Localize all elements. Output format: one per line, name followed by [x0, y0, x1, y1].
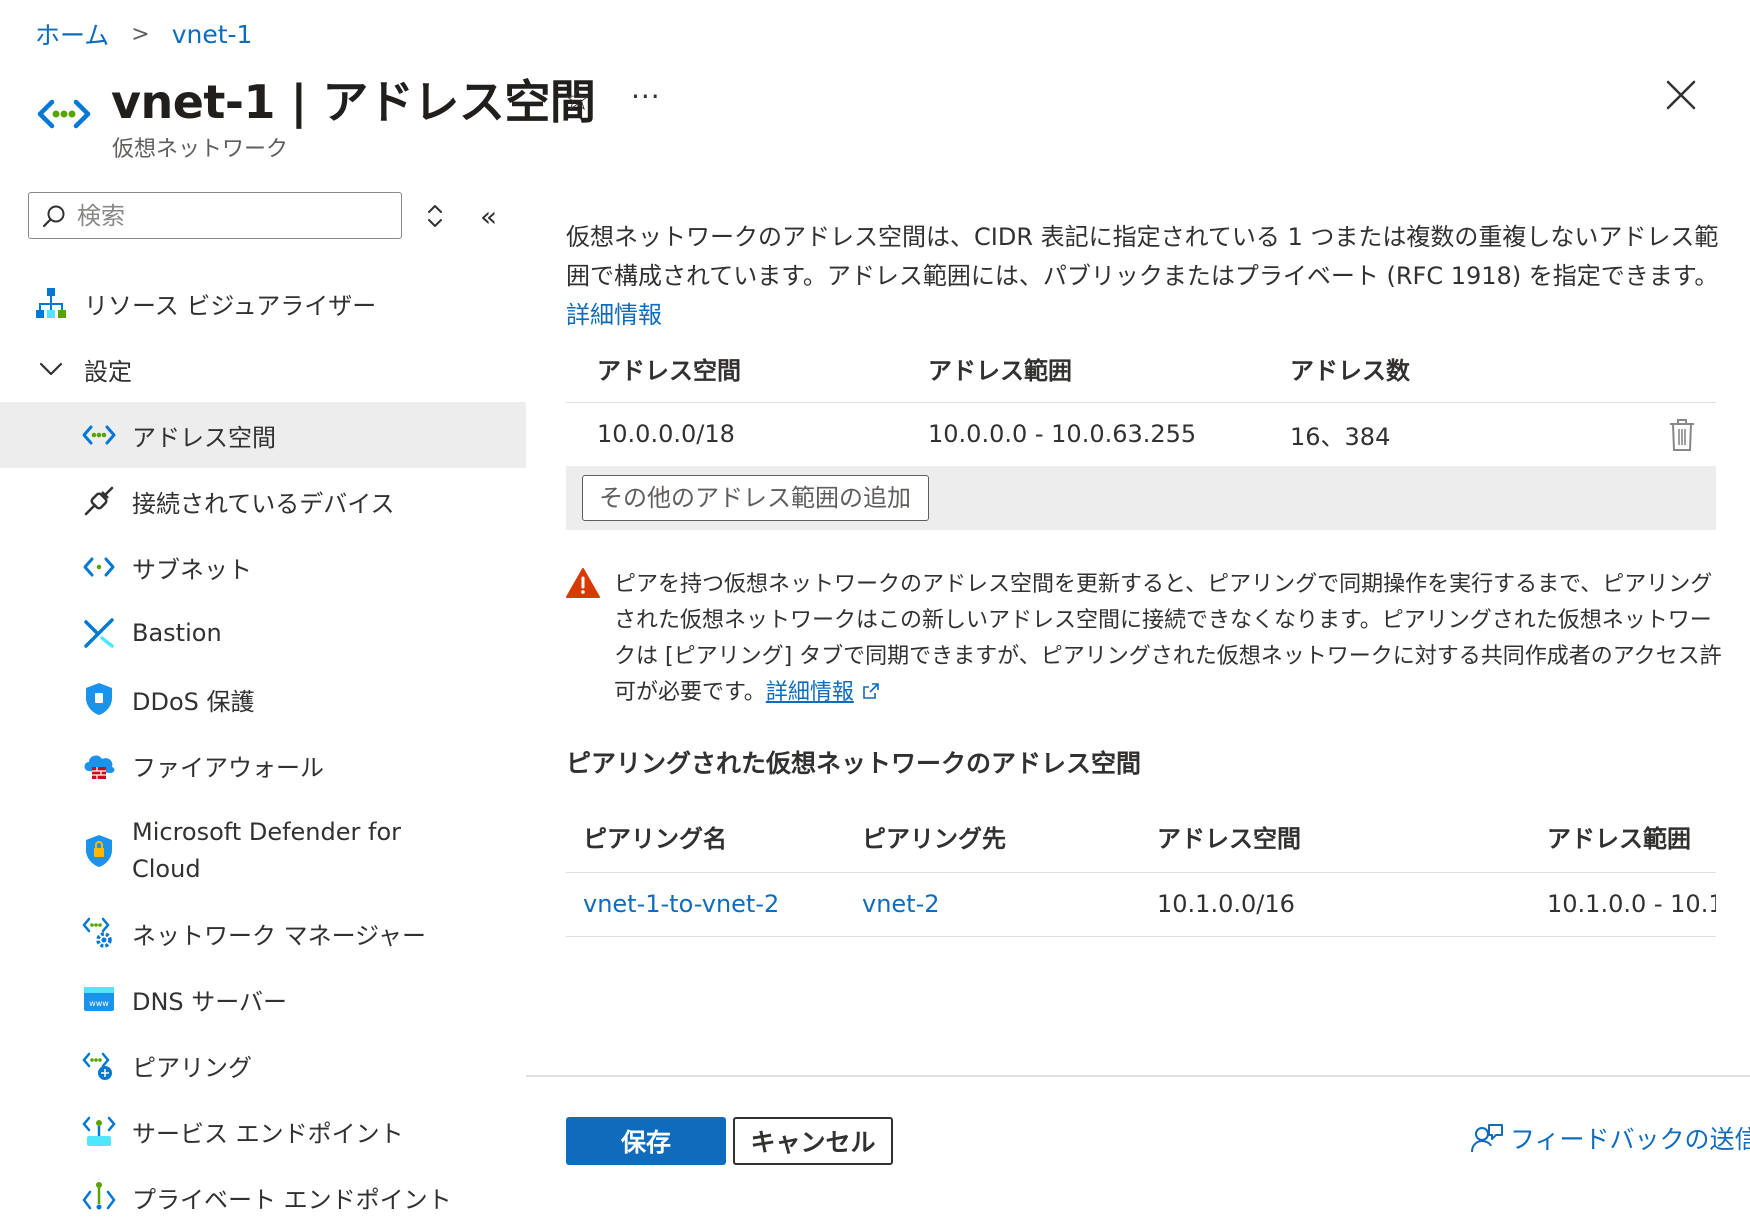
- page-title: vnet-1 | アドレス空間: [111, 75, 596, 129]
- warning-icon: [566, 568, 600, 598]
- sidebar-item-connected-devices[interactable]: 接続されているデバイス: [0, 468, 526, 534]
- defender-shield-icon: [80, 832, 118, 870]
- bastion-icon: [80, 614, 118, 652]
- breadcrumb-separator-icon: >: [131, 21, 150, 47]
- col-header-address-range: アドレス範囲: [928, 336, 1290, 403]
- chevron-down-icon: [32, 350, 70, 388]
- sidebar-item-label: DDoS 保護: [132, 687, 255, 716]
- cell-address-space[interactable]: 10.0.0.0/18: [566, 402, 928, 467]
- description-text: 仮想ネットワークのアドレス空間は、CIDR 表記に指定されている 1 つまたは複…: [566, 223, 1719, 290]
- collapse-sidebar-icon[interactable]: «: [480, 200, 497, 233]
- col-header-peer-address-space: アドレス空間: [1157, 802, 1547, 873]
- table-row: vnet-1-to-vnet-2 vnet-2 10.1.0.0/16 10.1…: [566, 872, 1716, 937]
- sidebar-item-label: Microsoft Defender for Cloud: [132, 818, 402, 883]
- sidebar-item-dns-servers[interactable]: www DNS サーバー: [0, 966, 526, 1032]
- sidebar-search-input[interactable]: [77, 201, 377, 230]
- sidebar-item-network-manager[interactable]: ネットワーク マネージャー: [0, 900, 526, 966]
- sidebar-item-bastion[interactable]: Bastion: [0, 600, 526, 666]
- sidebar-item-label: DNS サーバー: [132, 987, 288, 1016]
- sidebar-item-subnets[interactable]: サブネット: [0, 534, 526, 600]
- col-header-peering-target: ピアリング先: [862, 802, 1157, 873]
- sidebar-search[interactable]: [28, 192, 402, 239]
- sort-updown-icon[interactable]: [422, 202, 448, 230]
- peering-icon: [80, 1046, 118, 1084]
- sidebar-item-label: ネットワーク マネージャー: [132, 921, 426, 950]
- external-link-icon: [863, 683, 879, 699]
- address-space-icon: [80, 416, 118, 454]
- peered-address-table: ピアリング名 ピアリング先 アドレス空間 アドレス範囲 vnet-1-to-vn…: [566, 802, 1716, 937]
- sidebar-item-label: 設定: [84, 357, 132, 386]
- more-options-icon[interactable]: ···: [631, 80, 661, 113]
- col-header-address-space: アドレス空間: [566, 336, 928, 403]
- sidebar-item-label: プライベート エンドポイント: [132, 1185, 452, 1214]
- address-space-table: アドレス空間 アドレス範囲 アドレス数 10.0.0.0/18 10.0.0.0…: [566, 336, 1716, 467]
- ddos-shield-icon: [80, 680, 118, 718]
- sidebar-item-defender-for-cloud[interactable]: Microsoft Defender for Cloud: [0, 818, 526, 884]
- col-header-peering-name: ピアリング名: [566, 802, 862, 873]
- delete-trash-icon[interactable]: [1668, 418, 1696, 452]
- service-endpoint-icon: [80, 1112, 118, 1150]
- sidebar-item-label: サービス エンドポイント: [132, 1119, 404, 1148]
- subnet-icon: [80, 548, 118, 586]
- warning-learn-more-link[interactable]: 詳細情報: [766, 680, 854, 705]
- cell-peer-address-space: 10.1.0.0/16: [1157, 872, 1547, 937]
- learn-more-link[interactable]: 詳細情報: [566, 301, 662, 329]
- peering-warning-message: ピアを持つ仮想ネットワークのアドレス空間を更新すると、ピアリングで同期操作を実行…: [614, 567, 1724, 711]
- cell-address-range: 10.0.0.0 - 10.0.63.255: [928, 402, 1290, 467]
- sidebar-item-label: 接続されているデバイス: [132, 489, 395, 518]
- send-feedback-link[interactable]: フィードバックの送信: [1470, 1120, 1750, 1156]
- breadcrumb-home[interactable]: ホーム: [35, 16, 109, 52]
- svg-text:www: www: [89, 999, 109, 1008]
- sidebar-item-private-endpoints[interactable]: プライベート エンドポイント: [0, 1164, 526, 1230]
- breadcrumb-vnet[interactable]: vnet-1: [172, 20, 253, 49]
- search-icon: [42, 205, 65, 227]
- sidebar-item-label: アドレス空間: [132, 423, 276, 452]
- peering-target-link[interactable]: vnet-2: [862, 890, 940, 918]
- feedback-person-icon: [1471, 1124, 1503, 1153]
- cancel-button[interactable]: キャンセル: [733, 1117, 893, 1165]
- feedback-label: フィードバックの送信: [1510, 1125, 1750, 1154]
- sidebar-item-ddos-protection[interactable]: DDoS 保護: [0, 666, 526, 732]
- peering-name-link[interactable]: vnet-1-to-vnet-2: [583, 890, 779, 918]
- add-address-range-input[interactable]: [582, 475, 929, 521]
- peered-section-title: ピアリングされた仮想ネットワークのアドレス空間: [566, 749, 1142, 778]
- sidebar-item-label: ファイアウォール: [132, 753, 324, 782]
- network-manager-icon: [80, 914, 118, 952]
- col-header-peer-address-range: アドレス範囲: [1547, 802, 1716, 873]
- table-header-row: アドレス空間 アドレス範囲 アドレス数: [566, 336, 1716, 403]
- firewall-icon: [80, 746, 118, 784]
- sidebar-item-service-endpoints[interactable]: サービス エンドポイント: [0, 1098, 526, 1164]
- sidebar-item-label: リソース ビジュアライザー: [84, 291, 377, 320]
- add-address-range-row: [566, 466, 1716, 530]
- private-endpoint-icon: [80, 1178, 118, 1216]
- table-header-row: ピアリング名 ピアリング先 アドレス空間 アドレス範囲: [566, 802, 1716, 873]
- connected-devices-icon: [80, 482, 118, 520]
- sidebar-item-firewall[interactable]: ファイアウォール: [0, 732, 526, 798]
- footer-divider: [526, 1075, 1750, 1077]
- favorite-star-icon[interactable]: ☆: [563, 80, 592, 118]
- sidebar-item-peerings[interactable]: ピアリング: [0, 1032, 526, 1098]
- save-button[interactable]: 保存: [566, 1117, 726, 1165]
- address-space-description: 仮想ネットワークのアドレス空間は、CIDR 表記に指定されている 1 つまたは複…: [566, 218, 1726, 335]
- sidebar-item-label: サブネット: [132, 555, 252, 584]
- virtual-network-icon: [37, 99, 91, 129]
- sidebar-item-label: Bastion: [132, 619, 222, 647]
- sidebar-group-settings[interactable]: 設定: [0, 336, 526, 402]
- resource-visualizer-icon: [32, 284, 70, 322]
- col-header-address-count: アドレス数: [1290, 336, 1716, 403]
- sidebar-item-address-space[interactable]: アドレス空間: [0, 402, 526, 468]
- breadcrumb: ホーム > vnet-1: [35, 16, 252, 52]
- close-icon[interactable]: [1664, 78, 1698, 112]
- cell-address-count: 16、384: [1290, 402, 1716, 467]
- dns-server-icon: www: [80, 980, 118, 1018]
- sidebar-item-resource-visualizer[interactable]: リソース ビジュアライザー: [0, 270, 526, 336]
- cell-peer-address-range: 10.1.0.0 - 10.1.255.255: [1547, 872, 1716, 937]
- sidebar-item-label: ピアリング: [132, 1053, 252, 1082]
- table-row: 10.0.0.0/18 10.0.0.0 - 10.0.63.255 16、38…: [566, 402, 1716, 467]
- page-subtitle: 仮想ネットワーク: [112, 137, 289, 162]
